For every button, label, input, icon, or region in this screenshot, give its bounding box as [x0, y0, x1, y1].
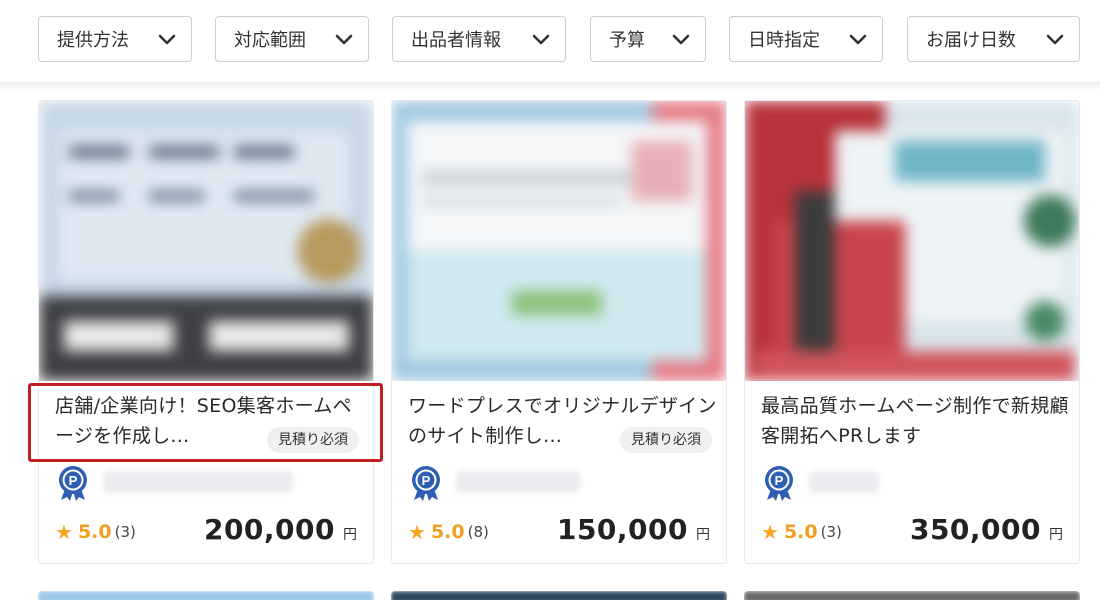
quote-required-badge: 見積り必須: [620, 427, 712, 453]
svg-text:P: P: [422, 473, 431, 488]
filter-datetime[interactable]: 日時指定: [729, 16, 883, 62]
service-thumbnail[interactable]: [392, 101, 726, 381]
filter-coverage[interactable]: 対応範囲: [215, 16, 369, 62]
p-rank-ribbon-icon: P: [761, 465, 797, 501]
service-thumbnail[interactable]: [39, 101, 373, 381]
chevron-down-icon: [671, 29, 691, 49]
price: 200,000 円: [204, 513, 357, 546]
filter-delivery-days[interactable]: お届け日数: [907, 16, 1080, 62]
chevron-down-icon: [1045, 29, 1065, 49]
review-count: (3): [114, 523, 136, 541]
seller-name-blurred[interactable]: [809, 471, 879, 493]
rating: ★ 5.0 (3): [55, 519, 136, 545]
review-count: (8): [467, 523, 489, 541]
review-count: (3): [820, 523, 842, 541]
rating: ★ 5.0 (3): [761, 519, 842, 545]
star-icon: ★: [761, 520, 779, 544]
seller-info[interactable]: P: [761, 465, 1061, 501]
service-title[interactable]: 最高品質ホームページ制作で新規顧客開拓へPRします: [761, 391, 1071, 451]
next-row-thumbnail[interactable]: [744, 591, 1080, 600]
filter-label: お届け日数: [926, 30, 1016, 51]
price-amount: 350,000: [909, 513, 1041, 546]
seller-name-blurred[interactable]: [456, 471, 580, 493]
filter-label: 提供方法: [57, 30, 129, 51]
rating-score: 5.0: [430, 521, 465, 543]
service-card[interactable]: 店舗/企業向け！SEO集客ホームページを作成し... 見積り必須 P ★ 5.0…: [38, 100, 374, 564]
filter-label: 日時指定: [748, 30, 820, 51]
svg-text:P: P: [69, 473, 78, 488]
price-amount: 200,000: [203, 513, 335, 546]
service-card[interactable]: ワードプレスでオリジナルデザインのサイト制作し... 見積り必須 P ★ 5.0…: [391, 100, 727, 564]
seller-info[interactable]: P: [408, 465, 708, 501]
price: 150,000 円: [557, 513, 710, 546]
filter-bar: 提供方法 対応範囲 出品者情報 予算 日時指定 お届け日数: [0, 0, 1100, 86]
next-row-thumbnail[interactable]: [391, 591, 727, 600]
filter-bar-shadow: [0, 82, 1100, 92]
rating-score: 5.0: [77, 521, 112, 543]
chevron-down-icon: [334, 29, 354, 49]
seller-name-blurred[interactable]: [103, 471, 293, 493]
filter-label: 対応範囲: [234, 30, 306, 51]
chevron-down-icon: [848, 29, 868, 49]
chevron-down-icon: [531, 29, 551, 49]
price-amount: 150,000: [556, 513, 688, 546]
seller-info[interactable]: P: [55, 465, 355, 501]
service-thumbnail[interactable]: [745, 101, 1079, 381]
rating: ★ 5.0 (8): [408, 519, 489, 545]
next-row-thumbnail[interactable]: [38, 591, 374, 600]
filter-seller-info[interactable]: 出品者情報: [392, 16, 566, 62]
currency-label: 円: [1049, 527, 1063, 543]
service-card[interactable]: 最高品質ホームページ制作で新規顧客開拓へPRします P ★ 5.0 (3) 35…: [744, 100, 1080, 564]
filter-label: 予算: [609, 30, 645, 51]
currency-label: 円: [696, 527, 710, 543]
chevron-down-icon: [157, 29, 177, 49]
p-rank-ribbon-icon: P: [55, 465, 91, 501]
filter-budget[interactable]: 予算: [590, 16, 706, 62]
currency-label: 円: [343, 527, 357, 543]
price: 350,000 円: [910, 513, 1063, 546]
star-icon: ★: [408, 520, 426, 544]
p-rank-ribbon-icon: P: [408, 465, 444, 501]
filter-delivery-method[interactable]: 提供方法: [38, 16, 192, 62]
svg-text:P: P: [775, 473, 784, 488]
filter-label: 出品者情報: [411, 30, 501, 51]
rating-score: 5.0: [783, 521, 818, 543]
star-icon: ★: [55, 520, 73, 544]
quote-required-badge: 見積り必須: [267, 427, 359, 453]
